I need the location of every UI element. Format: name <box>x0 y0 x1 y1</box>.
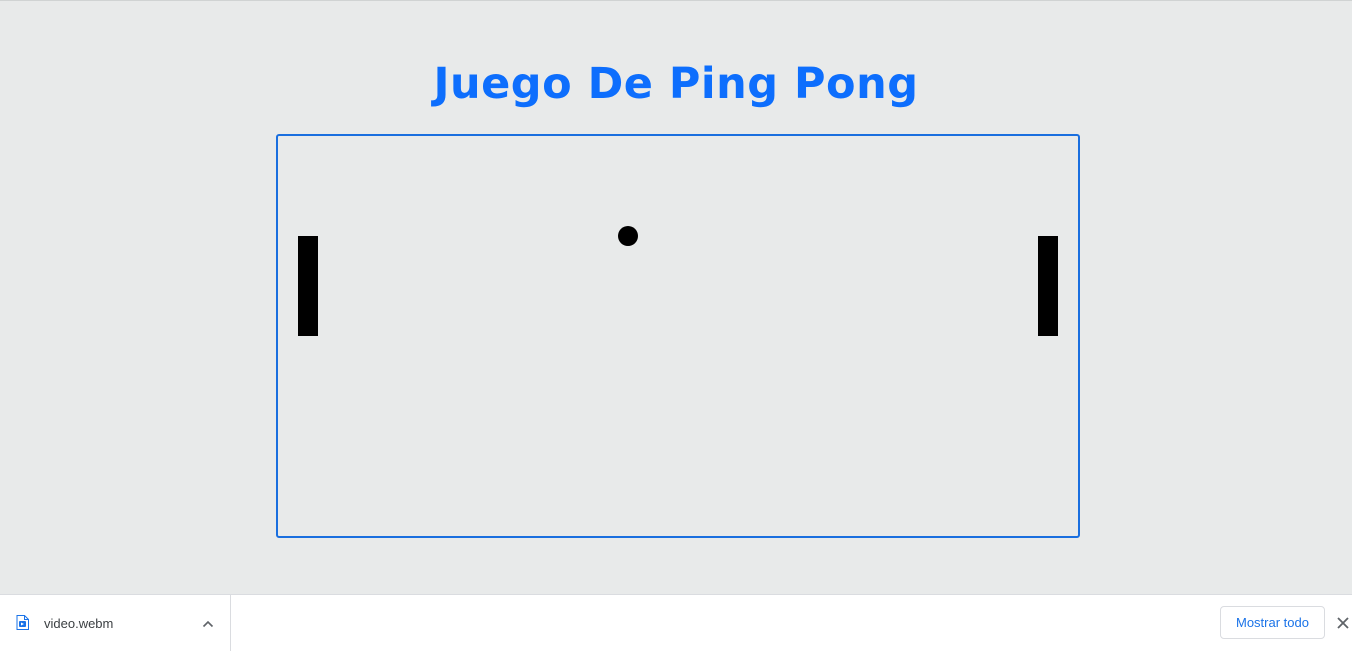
download-item[interactable]: video.webm <box>0 595 231 651</box>
page-content: Juego De Ping Pong <box>0 1 1352 594</box>
page-title: Juego De Ping Pong <box>433 59 919 109</box>
download-shelf: video.webm Mostrar todo <box>0 594 1352 651</box>
download-file-name: video.webm <box>44 616 114 631</box>
close-icon[interactable] <box>1334 614 1352 632</box>
ball <box>618 226 638 246</box>
right-paddle <box>1038 236 1058 336</box>
chevron-up-icon[interactable] <box>200 616 216 632</box>
game-court[interactable] <box>276 134 1080 538</box>
show-all-button[interactable]: Mostrar todo <box>1220 606 1325 639</box>
video-file-icon <box>16 615 29 630</box>
left-paddle <box>298 236 318 336</box>
